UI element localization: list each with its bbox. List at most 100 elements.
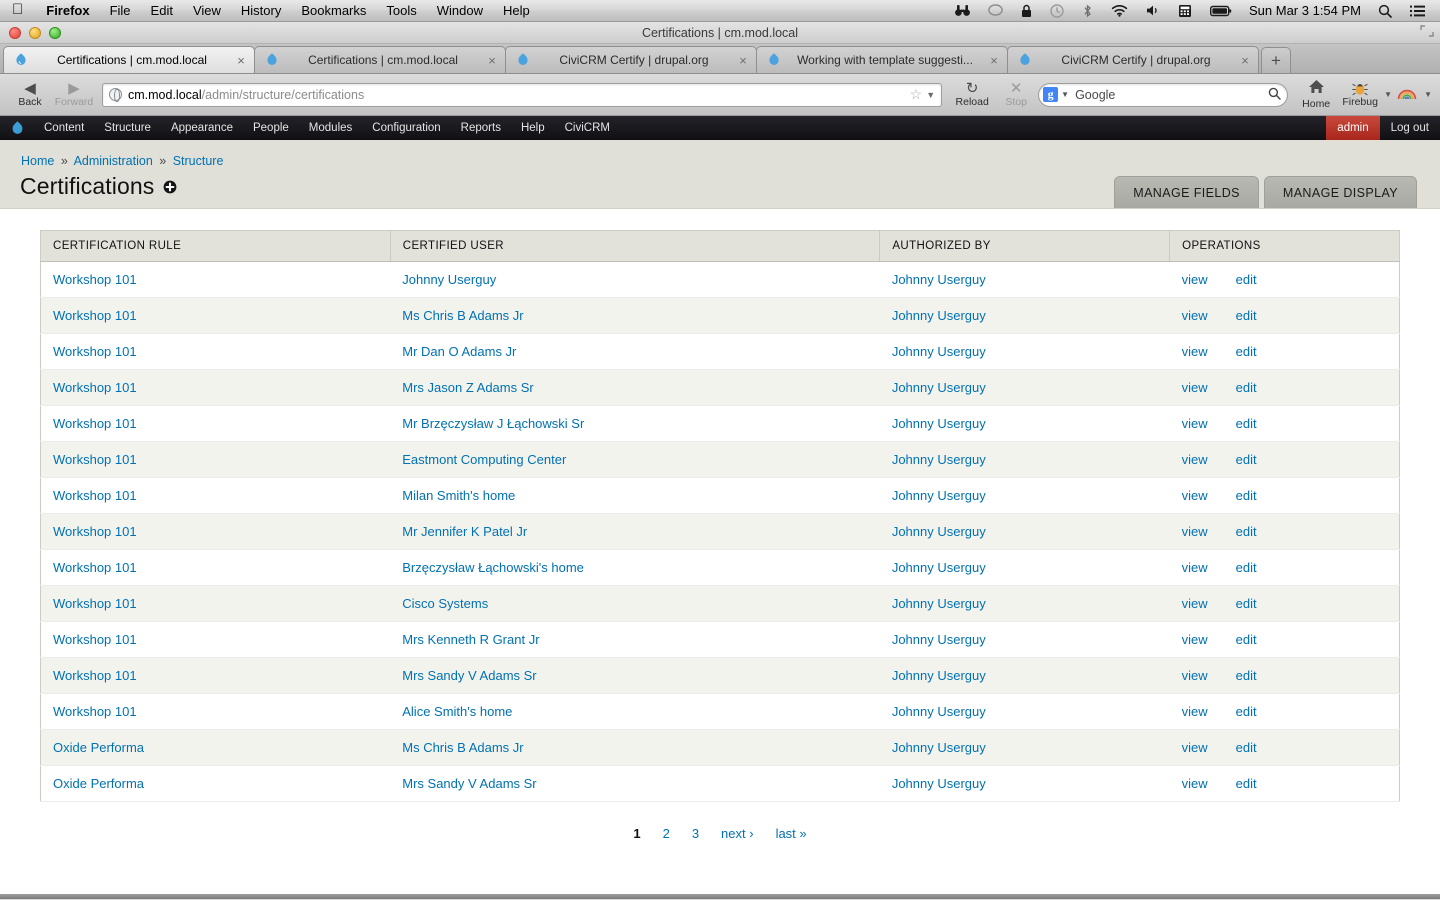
certified-user-link[interactable]: Mrs Kenneth R Grant Jr [402, 632, 539, 647]
certified-user-link[interactable]: Alice Smith's home [402, 704, 512, 719]
view-link[interactable]: view [1182, 632, 1208, 647]
battery-icon[interactable] [1201, 5, 1241, 17]
certified-user-link[interactable]: Ms Chris B Adams Jr [402, 308, 523, 323]
certification-rule-link[interactable]: Workshop 101 [53, 596, 137, 611]
home-button[interactable]: Home [1294, 79, 1338, 110]
breadcrumb-item-home[interactable]: Home [21, 154, 54, 168]
edit-link[interactable]: edit [1236, 560, 1257, 575]
reload-button[interactable]: ↻ Reload [950, 81, 994, 108]
authorized-by-link[interactable]: Johnny Userguy [892, 416, 986, 431]
authorized-by-link[interactable]: Johnny Userguy [892, 452, 986, 467]
lock-icon[interactable] [1012, 4, 1041, 18]
edit-link[interactable]: edit [1236, 740, 1257, 755]
view-link[interactable]: view [1182, 272, 1208, 287]
certified-user-link[interactable]: Brzęczysław Łąchowski's home [402, 560, 584, 575]
browser-tab-3[interactable]: CiviCRM Certify | drupal.org × [505, 46, 757, 73]
firebug-button[interactable]: Firebug [1338, 81, 1382, 108]
certified-user-link[interactable]: Milan Smith's home [402, 488, 515, 503]
menu-item-bookmarks[interactable]: Bookmarks [291, 3, 376, 18]
certified-user-link[interactable]: Johnny Userguy [402, 272, 496, 287]
menu-item-tools[interactable]: Tools [376, 3, 426, 18]
menu-item-firefox[interactable]: Firefox [36, 3, 99, 18]
certification-rule-link[interactable]: Workshop 101 [53, 380, 137, 395]
view-link[interactable]: view [1182, 524, 1208, 539]
menu-item-window[interactable]: Window [427, 3, 493, 18]
binoculars-icon[interactable] [946, 4, 979, 17]
menu-item-view[interactable]: View [183, 3, 231, 18]
menu-item-edit[interactable]: Edit [141, 3, 183, 18]
toolbar-item-configuration[interactable]: Configuration [362, 116, 450, 140]
logout-link[interactable]: Log out [1380, 116, 1440, 140]
authorized-by-link[interactable]: Johnny Userguy [892, 668, 986, 683]
list-icon[interactable] [1401, 5, 1434, 17]
view-link[interactable]: view [1182, 668, 1208, 683]
column-header-certification-rule[interactable]: CERTIFICATION RULE [40, 230, 391, 262]
certification-rule-link[interactable]: Workshop 101 [53, 632, 137, 647]
gear-icon[interactable] [163, 180, 177, 194]
certification-rule-link[interactable]: Workshop 101 [53, 272, 137, 287]
toolbar-item-civicrm[interactable]: CiviCRM [555, 116, 620, 140]
browser-tab-2[interactable]: Certifications | cm.mod.local × [254, 46, 506, 73]
time-machine-icon[interactable] [1041, 3, 1073, 18]
authorized-by-link[interactable]: Johnny Userguy [892, 704, 986, 719]
view-link[interactable]: view [1182, 380, 1208, 395]
pager-page-3[interactable]: 3 [692, 826, 699, 841]
browser-tab-4[interactable]: Working with template suggesti... × [756, 46, 1008, 73]
certification-rule-link[interactable]: Oxide Performa [53, 776, 144, 791]
authorized-by-link[interactable]: Johnny Userguy [892, 488, 986, 503]
authorized-by-link[interactable]: Johnny Userguy [892, 272, 986, 287]
search-input[interactable]: g ▼ Google [1038, 82, 1289, 107]
chevron-down-icon[interactable]: ▼ [926, 90, 937, 100]
authorized-by-link[interactable]: Johnny Userguy [892, 776, 986, 791]
menu-item-file[interactable]: File [100, 3, 141, 18]
edit-link[interactable]: edit [1236, 344, 1257, 359]
view-link[interactable]: view [1182, 416, 1208, 431]
chevron-down-icon[interactable]: ▼ [1061, 90, 1069, 99]
edit-link[interactable]: edit [1236, 776, 1257, 791]
edit-link[interactable]: edit [1236, 380, 1257, 395]
chevron-down-icon[interactable]: ▼ [1424, 90, 1432, 99]
column-header-certified-user[interactable]: CERTIFIED USER [390, 230, 881, 262]
toolbar-item-structure[interactable]: Structure [94, 116, 161, 140]
toolbar-item-help[interactable]: Help [511, 116, 555, 140]
chevron-down-icon[interactable]: ▼ [1384, 90, 1392, 99]
certification-rule-link[interactable]: Workshop 101 [53, 488, 137, 503]
browser-tab-4-close-icon[interactable]: × [988, 54, 1000, 67]
certified-user-link[interactable]: Mr Dan O Adams Jr [402, 344, 516, 359]
certification-rule-link[interactable]: Workshop 101 [53, 308, 137, 323]
authorized-by-link[interactable]: Johnny Userguy [892, 308, 986, 323]
bluetooth-icon[interactable] [1073, 4, 1102, 18]
toolbar-item-content[interactable]: Content [34, 116, 94, 140]
authorized-by-link[interactable]: Johnny Userguy [892, 560, 986, 575]
toolbar-user-name[interactable]: admin [1326, 116, 1380, 140]
back-button[interactable]: ◀ Back [8, 81, 52, 108]
search-icon[interactable] [1268, 87, 1281, 103]
edit-link[interactable]: edit [1236, 452, 1257, 467]
edit-link[interactable]: edit [1236, 524, 1257, 539]
browser-tab-5-close-icon[interactable]: × [1239, 54, 1251, 67]
certified-user-link[interactable]: Mrs Jason Z Adams Sr [402, 380, 533, 395]
authorized-by-link[interactable]: Johnny Userguy [892, 740, 986, 755]
certified-user-link[interactable]: Mr Brzęczysław J Łąchowski Sr [402, 416, 584, 431]
calculator-icon[interactable] [1169, 4, 1201, 18]
minimize-window-button[interactable] [29, 26, 41, 39]
edit-link[interactable]: edit [1236, 668, 1257, 683]
certification-rule-link[interactable]: Workshop 101 [53, 560, 137, 575]
breadcrumb-item-administration[interactable]: Administration [74, 154, 153, 168]
certified-user-link[interactable]: Eastmont Computing Center [402, 452, 566, 467]
certified-user-link[interactable]: Mrs Sandy V Adams Sr [402, 668, 536, 683]
pager-page-1[interactable]: 1 [633, 826, 640, 841]
breadcrumb-item-structure[interactable]: Structure [173, 154, 224, 168]
tab-manage-fields[interactable]: MANAGE FIELDS [1114, 176, 1259, 208]
edit-link[interactable]: edit [1236, 632, 1257, 647]
browser-tab-1[interactable]: Certifications | cm.mod.local × [3, 46, 255, 73]
chat-bubble-icon[interactable] [979, 4, 1012, 17]
menu-item-history[interactable]: History [231, 3, 291, 18]
tab-manage-display[interactable]: MANAGE DISPLAY [1263, 176, 1417, 208]
certified-user-link[interactable]: Cisco Systems [402, 596, 488, 611]
apple-icon[interactable]:  [0, 2, 36, 17]
certification-rule-link[interactable]: Workshop 101 [53, 344, 137, 359]
view-link[interactable]: view [1182, 308, 1208, 323]
colorzilla-button[interactable] [1392, 89, 1422, 100]
search-icon[interactable] [1369, 4, 1401, 18]
